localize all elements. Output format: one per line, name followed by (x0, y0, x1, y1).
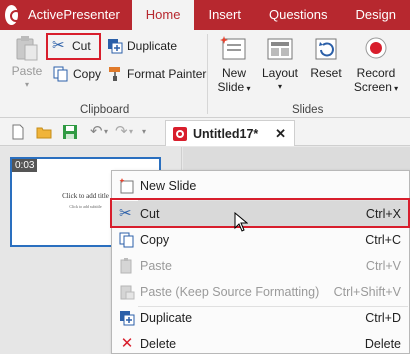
record-label-2: Screen (353, 80, 392, 94)
duplicate-label: Duplicate (127, 39, 178, 53)
copy-label: Copy (73, 67, 102, 81)
new-slide-label: New (221, 66, 246, 80)
new-document-icon[interactable] (10, 124, 26, 140)
paste-dropdown-icon: ▾ (24, 80, 29, 89)
close-tab-button[interactable]: ✕ (275, 126, 286, 142)
tab-insert[interactable]: Insert (194, 0, 255, 30)
paste-icon (119, 258, 135, 274)
open-folder-icon[interactable] (36, 124, 52, 140)
copy-button[interactable]: Copy (53, 66, 101, 82)
document-tab[interactable]: Untitled17* ✕ (165, 120, 295, 146)
paste-icon (13, 34, 41, 61)
save-icon[interactable] (62, 124, 78, 140)
record-icon (362, 36, 390, 62)
menu-item-label: Duplicate (140, 311, 193, 325)
menu-item-cut[interactable]: ✂ Cut Ctrl+X (112, 201, 409, 227)
layout-label: Layout (261, 66, 299, 80)
tab-home[interactable]: Home (131, 0, 195, 30)
menu-item-shortcut: Ctrl+V (365, 259, 401, 273)
tab-questions[interactable]: Questions (255, 0, 342, 30)
app-menu-button[interactable]: ActivePresenter (22, 0, 132, 30)
delete-icon: ✕ (120, 335, 134, 352)
new-slide-label-2: Slide (217, 80, 245, 94)
menu-item-shortcut: Ctrl+Shift+V (333, 285, 401, 299)
tab-design[interactable]: Design (342, 0, 410, 30)
mouse-cursor-icon (234, 211, 249, 232)
slide-duration-badge: 0:03 (12, 159, 38, 172)
paste-label: Paste (11, 64, 43, 78)
customize-toolbar-icon[interactable]: ▾ (142, 124, 158, 140)
new-slide-button[interactable]: New Slide ▾ (214, 36, 254, 96)
layout-icon (266, 36, 294, 62)
menu-item-copy[interactable]: Copy Ctrl+C (112, 227, 409, 253)
menu-item-delete[interactable]: ✕ Delete Delete (112, 331, 409, 354)
menu-item-paste-keep-source[interactable]: Paste (Keep Source Formatting) Ctrl+Shif… (112, 279, 409, 305)
duplicate-button[interactable]: Duplicate (107, 38, 177, 54)
app-logo-icon[interactable] (5, 5, 23, 25)
format-painter-button[interactable]: Format Painter (107, 66, 206, 82)
record-screen-button[interactable]: Record Screen ▾ (350, 36, 402, 96)
cut-icon: ✂ (119, 205, 132, 222)
menu-item-label: Paste (140, 259, 172, 273)
clipboard-group-label: Clipboard (80, 104, 130, 116)
format-painter-label: Format Painter (127, 67, 207, 81)
menu-item-duplicate[interactable]: Duplicate Ctrl+D (112, 305, 409, 331)
quick-access-toolbar: ↶ ▾ ↷ ▾ ▾ Untitled17* ✕ (0, 118, 410, 146)
new-slide-icon (220, 36, 248, 62)
format-painter-icon (107, 66, 123, 82)
menu-item-label: Paste (Keep Source Formatting) (140, 285, 320, 299)
document-tab-title: Untitled17* (193, 126, 259, 141)
layout-dropdown-icon: ▾ (277, 82, 282, 91)
duplicate-icon (107, 38, 123, 54)
copy-icon (53, 66, 69, 82)
menu-item-label: Delete (140, 337, 177, 351)
layout-button[interactable]: Layout ▾ (258, 36, 302, 94)
menu-item-shortcut: Ctrl+C (365, 233, 401, 247)
new-slide-icon (119, 178, 135, 194)
reset-icon (312, 36, 340, 62)
ribbon-separator (207, 34, 208, 114)
menu-item-label: New Slide (140, 179, 197, 193)
scissors-icon: ✂ (52, 37, 65, 54)
paste-button[interactable]: Paste ▾ (8, 34, 46, 92)
cut-button[interactable]: ✂ Cut (52, 38, 91, 54)
new-slide-dropdown-icon: ▾ (244, 84, 251, 93)
cut-label: Cut (72, 39, 91, 53)
menu-item-new-slide[interactable]: New Slide (112, 173, 409, 199)
ribbon: Paste ▾ ✂ Cut Copy Duplicate Format Pain… (0, 30, 410, 118)
menu-item-shortcut: Delete (364, 337, 401, 351)
duplicate-icon (119, 310, 135, 326)
document-icon (172, 126, 188, 142)
reset-button[interactable]: Reset (306, 36, 346, 80)
record-dropdown-icon: ▾ (391, 84, 399, 93)
menu-item-paste[interactable]: Paste Ctrl+V (112, 253, 409, 279)
record-label: Record (356, 66, 396, 80)
menu-item-shortcut: Ctrl+X (365, 207, 401, 221)
title-bar: ActivePresenter Home Insert Questions De… (0, 0, 410, 30)
menu-item-label: Cut (140, 207, 160, 221)
menu-item-label: Copy (140, 233, 170, 247)
reset-label: Reset (310, 66, 342, 80)
menu-item-shortcut: Ctrl+D (365, 311, 401, 325)
slides-group-label: Slides (292, 104, 324, 116)
paste-keep-icon (119, 284, 135, 300)
context-menu: New Slide ✂ Cut Ctrl+X Copy Ctrl+C Paste… (111, 170, 410, 354)
copy-icon (119, 232, 135, 248)
